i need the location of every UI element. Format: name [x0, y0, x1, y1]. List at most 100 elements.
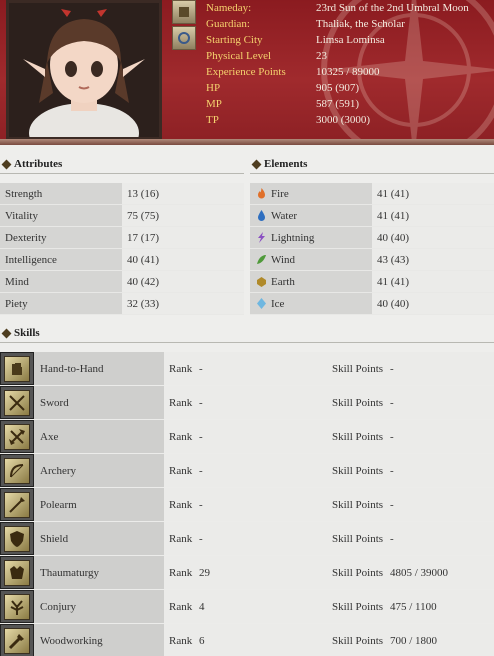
skill-rank-value: 6 [199, 635, 205, 647]
section-bullet-icon [1, 328, 12, 339]
info-value: Thaliak, the Scholar [316, 18, 405, 30]
info-label: Physical Level [206, 50, 272, 62]
skill-row-thaumaturgy: Thaumaturgy Rank 29 Skill Points 4805 / … [0, 556, 494, 590]
skill-points-label: Skill Points [332, 431, 384, 443]
skill-points-value: 475 / 1100 [390, 601, 437, 613]
skill-icon-frame [4, 627, 30, 654]
element-name: Water [271, 209, 297, 222]
skill-rank-cell: Rank 4 [164, 590, 328, 623]
skill-points-label: Skill Points [332, 397, 384, 409]
rank-label: Rank [169, 363, 193, 375]
character-portrait-image [9, 3, 159, 137]
rank-label: Rank [169, 601, 193, 613]
info-value: 587 (591) [316, 98, 360, 110]
elements-section-title: Elements [250, 155, 494, 174]
skill-name: Sword [34, 386, 164, 419]
attribute-name: Intelligence [0, 249, 122, 270]
skill-rank-cell: Rank 6 [164, 624, 328, 656]
earth-icon [257, 277, 266, 287]
skill-rank-value: - [199, 465, 203, 477]
emblem-button[interactable] [172, 0, 196, 24]
attribute-value: 17 (17) [122, 227, 244, 248]
attribute-name: Strength [0, 183, 122, 204]
skill-points-value: - [390, 533, 394, 545]
info-row-physical-level: Physical Level 23 [206, 48, 469, 64]
elements-table: Fire 41 (41) Water 41 (41) Lightning 40 … [250, 183, 494, 315]
info-value: 23rd Sun of the 2nd Umbral Moon [316, 2, 469, 14]
attributes-table: Strength 13 (16) Vitality 75 (75) Dexter… [0, 183, 244, 315]
skill-points-label: Skill Points [332, 499, 384, 511]
attribute-row-intelligence: Intelligence 40 (41) [0, 249, 244, 271]
section-bullet-icon [251, 159, 262, 170]
attribute-name: Dexterity [0, 227, 122, 248]
attribute-name: Piety [0, 293, 122, 314]
element-row-water: Water 41 (41) [250, 205, 494, 227]
skill-points-cell: Skill Points - [328, 420, 494, 453]
skill-points-value: - [390, 499, 394, 511]
skill-name: Woodworking [34, 624, 164, 656]
skill-rank-value: - [199, 499, 203, 511]
rank-label: Rank [169, 431, 193, 443]
attribute-row-piety: Piety 32 (33) [0, 293, 244, 315]
attribute-value: 32 (33) [122, 293, 244, 314]
attributes-title-text: Attributes [14, 158, 63, 170]
map-button[interactable] [172, 26, 196, 50]
skill-row-woodworking: Woodworking Rank 6 Skill Points 700 / 18… [0, 624, 494, 656]
info-value: 905 (907) [316, 82, 360, 94]
skill-name: Thaumaturgy [34, 556, 164, 589]
skill-rank-cell: Rank - [164, 386, 328, 419]
element-value: 40 (40) [372, 293, 494, 314]
info-row-nameday: Nameday: 23rd Sun of the 2nd Umbral Moon [206, 0, 469, 16]
skill-points-cell: Skill Points 475 / 1100 [328, 590, 494, 623]
info-value: Limsa Lominsa [316, 34, 385, 46]
element-row-fire: Fire 41 (41) [250, 183, 494, 205]
attribute-name: Vitality [0, 205, 122, 226]
skill-points-label: Skill Points [332, 635, 384, 647]
rank-label: Rank [169, 499, 193, 511]
skill-row-polearm: Polearm Rank - Skill Points - [0, 488, 494, 522]
skill-row-sword: Sword Rank - Skill Points - [0, 386, 494, 420]
skill-rank-value: 4 [199, 601, 205, 613]
attribute-value: 40 (42) [122, 271, 244, 292]
skill-row-archery: Archery Rank - Skill Points - [0, 454, 494, 488]
skill-points-value: - [390, 363, 394, 375]
skill-name: Conjury [34, 590, 164, 623]
skills-table: Hand-to-Hand Rank - Skill Points - Sword… [0, 352, 494, 656]
info-label: Starting City [206, 34, 263, 46]
attribute-value: 40 (41) [122, 249, 244, 270]
skill-icon-cell [0, 590, 34, 623]
bow-icon [10, 463, 24, 477]
element-row-wind: Wind 43 (43) [250, 249, 494, 271]
element-value: 40 (40) [372, 227, 494, 248]
skill-rank-value: - [199, 431, 203, 443]
skill-icon-cell [0, 522, 34, 555]
skill-row-hand-to-hand: Hand-to-Hand Rank - Skill Points - [0, 352, 494, 386]
element-name-cell: Earth [250, 271, 372, 292]
attribute-value: 13 (16) [122, 183, 244, 204]
info-row-tp: TP 3000 (3000) [206, 112, 469, 128]
skill-rank-value: 29 [199, 567, 210, 579]
skills-title-text: Skills [14, 327, 40, 339]
skill-rank-cell: Rank - [164, 522, 328, 555]
element-value: 43 (43) [372, 249, 494, 270]
skill-name: Axe [34, 420, 164, 453]
skill-name: Polearm [34, 488, 164, 521]
skill-icon-frame [4, 559, 30, 586]
skill-icon-frame [4, 593, 30, 620]
element-row-lightning: Lightning 40 (40) [250, 227, 494, 249]
skill-icon-cell [0, 556, 34, 589]
skill-row-axe: Axe Rank - Skill Points - [0, 420, 494, 454]
elements-title-text: Elements [264, 158, 308, 170]
sword-icon [9, 394, 25, 411]
skill-rank-value: - [199, 363, 203, 375]
character-portrait [6, 0, 162, 140]
skill-name: Shield [34, 522, 164, 555]
rank-label: Rank [169, 397, 193, 409]
element-value: 41 (41) [372, 183, 494, 204]
attribute-row-dexterity: Dexterity 17 (17) [0, 227, 244, 249]
map-icon [178, 32, 190, 44]
skill-points-label: Skill Points [332, 567, 384, 579]
info-value: 23 [316, 50, 327, 62]
fire-icon [258, 188, 265, 199]
element-name-cell: Wind [250, 249, 372, 270]
